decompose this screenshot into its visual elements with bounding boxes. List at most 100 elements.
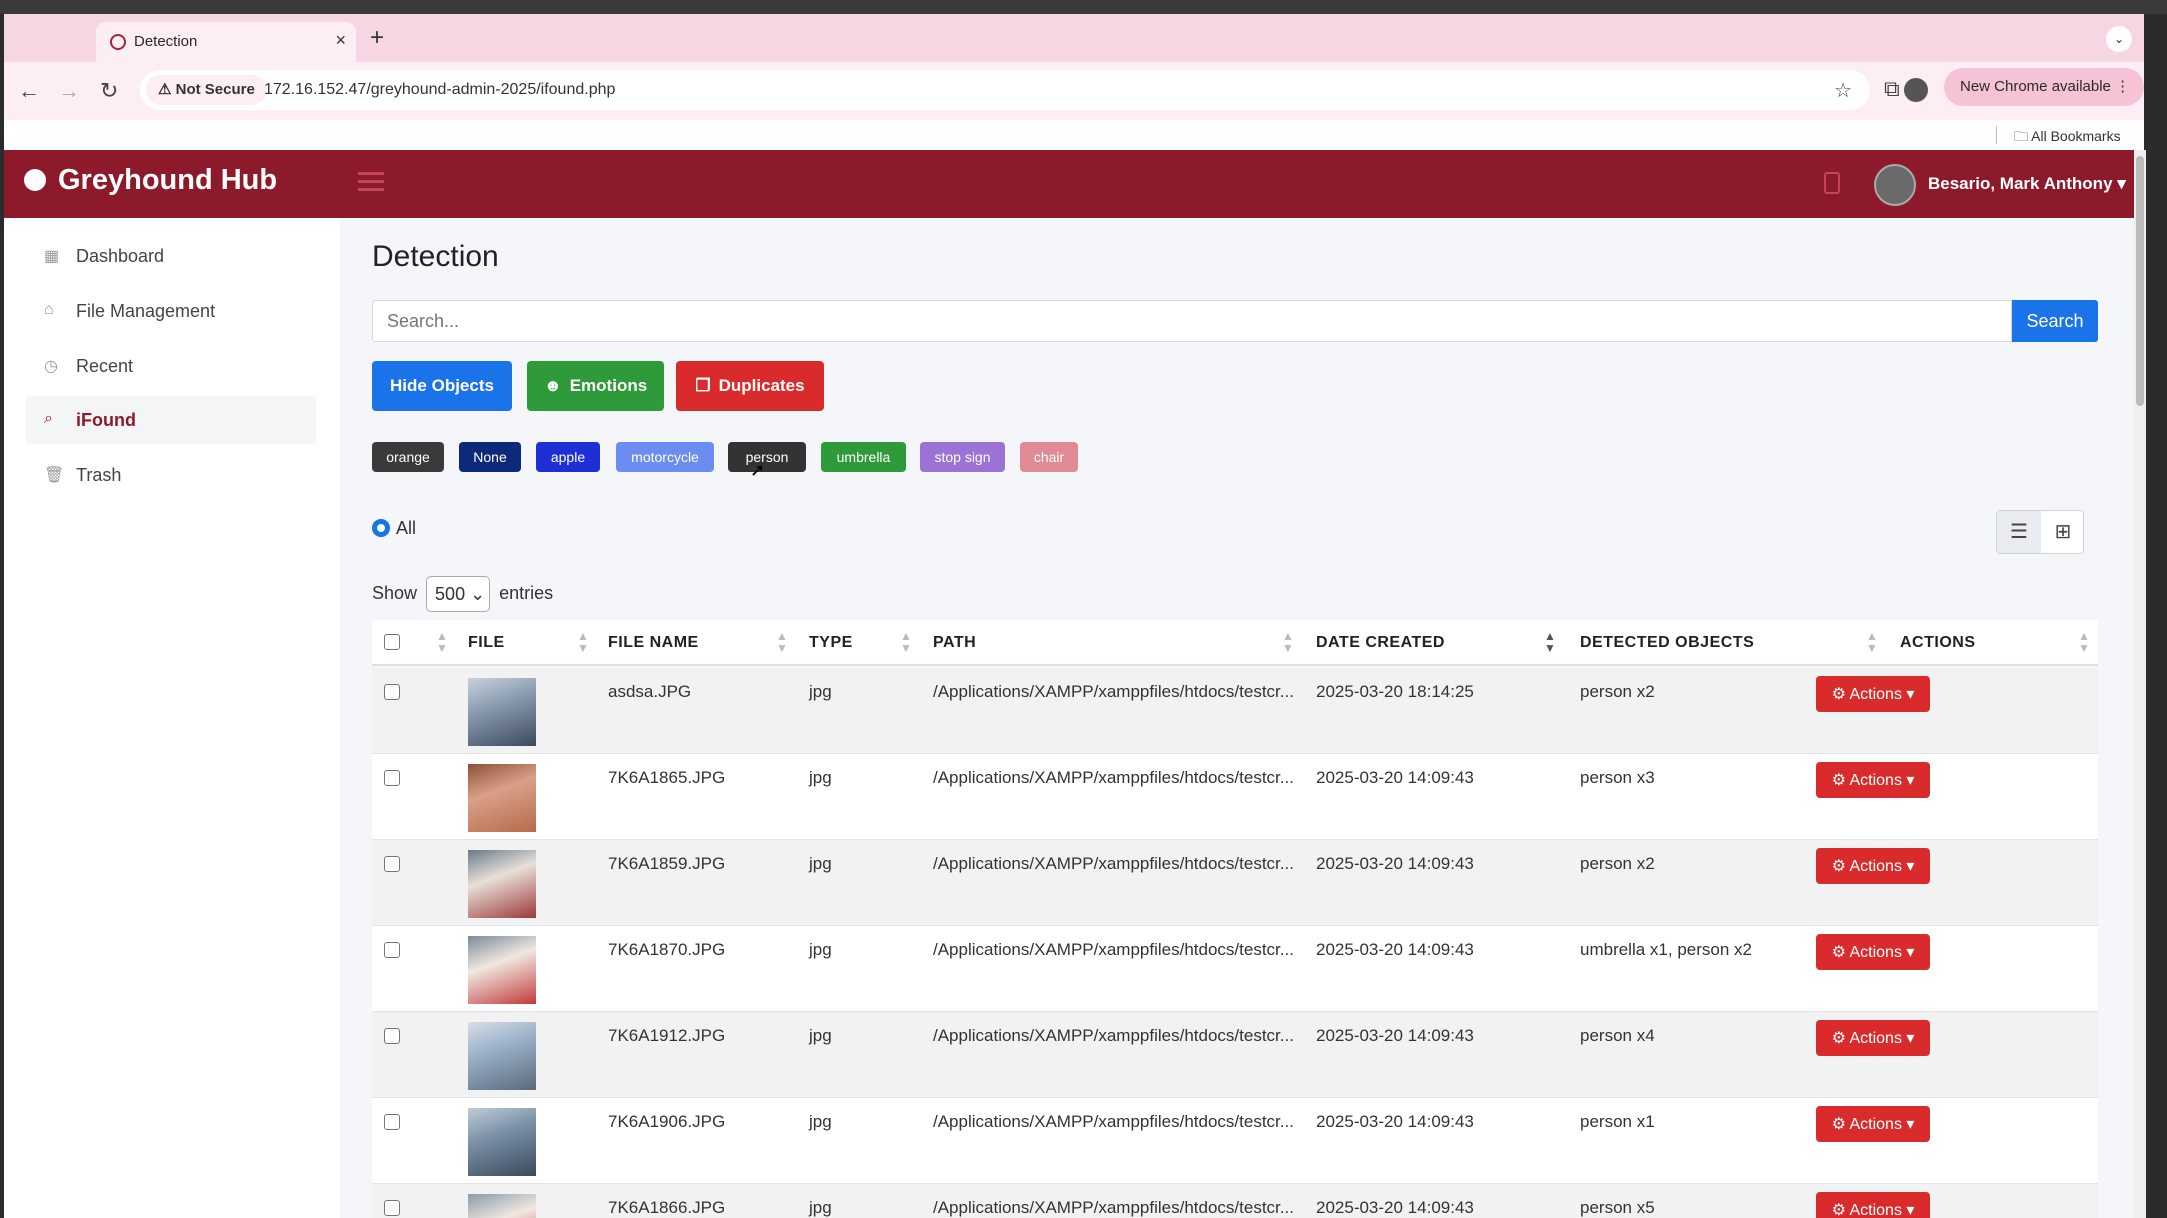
extensions-icon[interactable]: ⧉: [1884, 76, 1900, 102]
sort-icon[interactable]: ▲ ▼: [900, 630, 912, 654]
browser-chrome: Detection × + ⌄ ← → ↻ ⚠ Not Secure 172.1…: [4, 14, 2144, 150]
file-thumbnail[interactable]: [468, 1108, 536, 1176]
file-thumbnail[interactable]: [468, 936, 536, 1004]
filter-radio-all[interactable]: All: [372, 518, 416, 539]
sidebar-item-trash[interactable]: 🗑 Trash: [26, 451, 316, 499]
file-thumbnail[interactable]: [468, 850, 536, 918]
chip-orange[interactable]: orange: [372, 442, 444, 472]
not-secure-badge[interactable]: ⚠ Not Secure: [146, 75, 267, 105]
select-all-checkbox[interactable]: [384, 634, 400, 650]
file-thumbnail[interactable]: [468, 764, 536, 832]
chip-motorcycle[interactable]: motorcycle: [616, 442, 714, 472]
chip-apple[interactable]: apple: [536, 442, 600, 472]
sort-icon[interactable]: ▲ ▼: [776, 630, 788, 654]
sort-icon[interactable]: ▲ ▼: [1282, 630, 1294, 654]
new-chrome-label: New Chrome available: [1960, 78, 2111, 95]
emotions-button[interactable]: ☻ Emotions: [527, 361, 664, 411]
type-cell: jpg: [809, 768, 832, 787]
chip-umbrella[interactable]: umbrella: [821, 442, 906, 472]
col-date-created[interactable]: DATE CREATED: [1316, 634, 1445, 652]
sort-icon[interactable]: ▲ ▼: [577, 630, 589, 654]
chip-none[interactable]: None: [459, 442, 521, 472]
close-tab-icon[interactable]: ×: [335, 30, 346, 51]
search-button[interactable]: Search: [2012, 300, 2098, 342]
row-checkbox[interactable]: [384, 1028, 400, 1044]
row-checkbox[interactable]: [384, 770, 400, 786]
col-file-name[interactable]: FILE NAME: [608, 634, 699, 652]
gears-icon: ⚙: [1831, 1116, 1846, 1133]
sort-icon[interactable]: ▲ ▼: [436, 630, 448, 654]
browser-toolbar: ← → ↻ ⚠ Not Secure 172.16.152.47/greyhou…: [4, 62, 2144, 120]
hide-objects-button[interactable]: Hide Objects: [372, 361, 512, 411]
sidebar-item-file-management[interactable]: ⌂ File Management: [26, 287, 316, 335]
notification-icon[interactable]: [1824, 172, 1840, 194]
col-file[interactable]: FILE: [468, 634, 505, 652]
objects-cell: person x5: [1580, 1198, 1655, 1217]
chip-person[interactable]: person: [728, 442, 806, 472]
scrollbar-thumb[interactable]: [2136, 156, 2144, 406]
actions-button[interactable]: ⚙ Actions ▾: [1816, 934, 1930, 970]
new-tab-icon[interactable]: +: [370, 24, 384, 52]
actions-button[interactable]: ⚙ Actions ▾: [1816, 848, 1930, 884]
path-cell: /Applications/XAMPP/xamppfiles/htdocs/te…: [933, 854, 1294, 873]
bookmark-star-icon[interactable]: ☆: [1834, 78, 1852, 103]
row-checkbox[interactable]: [384, 942, 400, 958]
brand-logo[interactable]: Greyhound Hub: [24, 164, 277, 197]
type-cell: jpg: [809, 682, 832, 701]
row-checkbox[interactable]: [384, 1200, 400, 1216]
file-thumbnail[interactable]: [468, 1022, 536, 1090]
col-type[interactable]: TYPE: [809, 634, 853, 652]
menu-toggle-icon[interactable]: [358, 172, 384, 192]
row-checkbox[interactable]: [384, 684, 400, 700]
user-menu[interactable]: Besario, Mark Anthony ▾: [1928, 174, 2126, 194]
actions-button[interactable]: ⚙ Actions ▾: [1816, 676, 1930, 712]
duplicates-button[interactable]: ❐ Duplicates: [676, 361, 824, 411]
row-checkbox[interactable]: [384, 856, 400, 872]
back-icon[interactable]: ←: [18, 78, 40, 104]
new-chrome-button[interactable]: New Chrome available ⋮: [1944, 68, 2144, 106]
hide-objects-label: Hide Objects: [390, 376, 494, 395]
file-thumbnail[interactable]: [468, 1194, 536, 1218]
show-label: Show: [372, 582, 418, 603]
forward-icon[interactable]: →: [58, 78, 80, 104]
date-cell: 2025-03-20 14:09:43: [1316, 1112, 1474, 1131]
actions-label: Actions: [1849, 944, 1902, 961]
chip-chair[interactable]: chair: [1020, 442, 1078, 472]
row-checkbox[interactable]: [384, 1114, 400, 1130]
profile-icon[interactable]: [1904, 78, 1928, 102]
sort-icon[interactable]: ▲ ▼: [1866, 630, 1878, 654]
path-cell: /Applications/XAMPP/xamppfiles/htdocs/te…: [933, 768, 1294, 787]
actions-button[interactable]: ⚙ Actions ▾: [1816, 1192, 1930, 1218]
sort-desc-icon[interactable]: ▲ ▼: [1544, 630, 1556, 654]
avatar[interactable]: [1874, 164, 1916, 206]
all-bookmarks-link[interactable]: 🗀 All Bookmarks: [2014, 126, 2121, 150]
favicon-icon: [110, 34, 126, 50]
browser-tab[interactable]: Detection ×: [96, 22, 356, 62]
reload-icon[interactable]: ↻: [100, 78, 118, 104]
sidebar-item-recent[interactable]: ◷ Recent: [26, 342, 316, 390]
sidebar-item-dashboard[interactable]: ▦ Dashboard: [26, 232, 316, 280]
actions-button[interactable]: ⚙ Actions ▾: [1816, 1020, 1930, 1056]
grid-view-icon[interactable]: ⊞: [2041, 511, 2085, 553]
sidebar-item-label: Dashboard: [76, 246, 165, 266]
search-input[interactable]: [372, 300, 2012, 342]
list-view-icon[interactable]: ☰: [1997, 511, 2041, 553]
file-thumbnail[interactable]: [468, 678, 536, 746]
tab-search-chevron-icon[interactable]: ⌄: [2106, 26, 2132, 52]
radio-all[interactable]: [372, 519, 390, 537]
col-detected-objects[interactable]: DETECTED OBJECTS: [1580, 634, 1754, 652]
actions-button[interactable]: ⚙ Actions ▾: [1816, 1106, 1930, 1142]
app-header: Greyhound Hub Besario, Mark Anthony ▾: [4, 150, 2134, 218]
entries-select[interactable]: 500 ⌄: [426, 576, 491, 612]
table-row: 7K6A1870.JPG jpg/Applications/XAMPP/xampp…: [372, 926, 2098, 1012]
col-path[interactable]: PATH: [933, 634, 976, 652]
actions-button[interactable]: ⚙ Actions ▾: [1816, 762, 1930, 798]
sidebar-item-ifound[interactable]: ⌕ iFound: [26, 396, 316, 444]
sort-icon[interactable]: ▲ ▼: [2078, 630, 2090, 654]
address-bar[interactable]: ⚠ Not Secure 172.16.152.47/greyhound-adm…: [140, 70, 1870, 110]
chip-stop-sign[interactable]: stop sign: [920, 442, 1005, 472]
file-name-cell: 7K6A1866.JPG: [608, 1198, 726, 1217]
date-cell: 2025-03-20 14:09:43: [1316, 940, 1474, 959]
type-cell: jpg: [809, 854, 832, 873]
url-text[interactable]: 172.16.152.47/greyhound-admin-2025/ifoun…: [264, 81, 615, 99]
